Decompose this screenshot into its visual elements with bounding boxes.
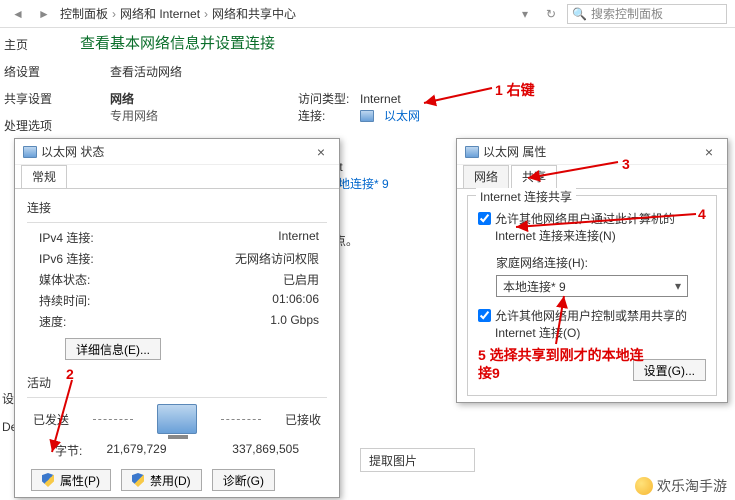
ics-settings-button[interactable]: 设置(G)...	[633, 359, 706, 381]
tab-row: 常规	[15, 165, 339, 189]
button-row: 属性(P) 禁用(D) 诊断(G)	[15, 461, 339, 499]
watermark-icon	[635, 477, 653, 495]
ethernet-properties-dialog: 以太网 属性 × 网络 共享 Internet 连接共享 允许其他网络用户通过此…	[456, 138, 728, 403]
sent-label: 已发送	[33, 411, 69, 428]
breadcrumb[interactable]: 控制面板 › 网络和 Internet › 网络和共享中心	[60, 5, 509, 22]
monitor-icon	[360, 110, 374, 122]
bytes-sent: 21,679,729	[82, 442, 190, 459]
home-conn-label: 家庭网络连接(H):	[496, 254, 706, 271]
bytes-label: 字节:	[55, 442, 82, 459]
recv-label: 已接收	[285, 411, 321, 428]
properties-button-label: 属性(P)	[60, 472, 100, 489]
dropdown-icon[interactable]: ▾	[515, 4, 535, 24]
subheading: 查看活动网络	[110, 63, 735, 80]
tab-sharing[interactable]: 共享	[511, 165, 557, 188]
nav-item-trouble[interactable]: 处理选项	[4, 117, 56, 134]
chevron-right-icon: ›	[204, 7, 208, 21]
chevron-down-icon: ▾	[675, 279, 681, 293]
refresh-icon[interactable]: ↻	[541, 4, 561, 24]
home-conn-combobox[interactable]: 本地连接* 9 ▾	[496, 275, 688, 297]
allow-share-label: 允许其他网络用户通过此计算机的 Internet 连接来连接(N)	[495, 210, 706, 244]
details-button[interactable]: 详细信息(E)...	[65, 338, 161, 360]
allow-control-checkbox[interactable]	[478, 309, 491, 322]
left-nav: 主页 络设置 共享设置 处理选项	[0, 28, 60, 152]
allow-share-checkbox[interactable]	[478, 212, 491, 225]
disable-button-label: 禁用(D)	[150, 472, 191, 489]
nav-fwd-icon[interactable]: ►	[34, 4, 54, 24]
watermark: 欢乐淘手游	[635, 476, 727, 496]
section-connection: 连接	[27, 199, 339, 216]
ethernet-status-dialog: 以太网 状态 × 常规 连接 IPv4 连接: Internet IPv6 连接:…	[14, 138, 340, 498]
ics-groupbox: Internet 连接共享 允许其他网络用户通过此计算机的 Internet 连…	[467, 195, 717, 396]
duration-value: 01:06:06	[272, 292, 319, 309]
allow-share-checkbox-row[interactable]: 允许其他网络用户通过此计算机的 Internet 连接来连接(N)	[478, 210, 706, 244]
ipv4-value: Internet	[278, 229, 319, 246]
activity-graphic: 已发送 已接收	[15, 404, 339, 434]
tab-networking[interactable]: 网络	[463, 165, 509, 188]
ipv6-label: IPv6 连接:	[39, 250, 94, 267]
dialog-title-text: 以太网 属性	[483, 143, 546, 160]
active-network-1: 网络 专用网络 访问类型: Internet 连接: 以太网	[110, 90, 735, 124]
shield-icon	[42, 473, 54, 487]
ipv4-label: IPv4 连接:	[39, 229, 94, 246]
section-activity: 活动	[27, 374, 339, 391]
connection-link-ethernet[interactable]: 以太网	[384, 107, 420, 124]
dash-line-icon	[221, 419, 261, 420]
nav-item-home[interactable]: 主页	[4, 36, 56, 53]
allow-control-label: 允许其他网络用户控制或禁用共享的 Internet 连接(O)	[495, 307, 706, 341]
conn-label: 连接:	[298, 107, 354, 124]
dash-line-icon	[93, 419, 133, 420]
groupbox-title: Internet 连接共享	[476, 188, 576, 205]
disable-button[interactable]: 禁用(D)	[121, 469, 202, 491]
bytes-recv: 337,869,505	[191, 442, 299, 459]
close-icon[interactable]: ×	[311, 144, 331, 160]
bottom-toolbar: 提取图片	[360, 448, 475, 472]
tab-row: 网络 共享	[457, 165, 727, 189]
properties-button[interactable]: 属性(P)	[31, 469, 111, 491]
address-bar: ◄ ► 控制面板 › 网络和 Internet › 网络和共享中心 ▾ ↻ 🔍 …	[0, 0, 735, 28]
ipv6-value: 无网络访问权限	[235, 250, 319, 267]
crumb-net[interactable]: 网络和 Internet	[120, 5, 200, 22]
duration-label: 持续时间:	[39, 292, 90, 309]
media-label: 媒体状态:	[39, 271, 90, 288]
media-value: 已启用	[283, 271, 319, 288]
shield-icon	[132, 473, 144, 487]
watermark-text: 欢乐淘手游	[657, 476, 727, 496]
dialog-titlebar[interactable]: 以太网 属性 ×	[457, 139, 727, 165]
diagnose-button[interactable]: 诊断(G)	[212, 469, 275, 491]
crumb-root[interactable]: 控制面板	[60, 5, 108, 22]
access-value: Internet	[360, 92, 401, 106]
crumb-center[interactable]: 网络和共享中心	[212, 5, 296, 22]
monitor-icon	[23, 146, 37, 158]
computer-icon	[157, 404, 197, 434]
search-icon: 🔍	[572, 7, 587, 21]
search-input[interactable]: 🔍 搜索控制面板	[567, 4, 727, 24]
extract-image-label[interactable]: 提取图片	[369, 452, 417, 469]
page-title: 查看基本网络信息并设置连接	[80, 32, 735, 53]
allow-control-checkbox-row[interactable]: 允许其他网络用户控制或禁用共享的 Internet 连接(O)	[478, 307, 706, 341]
speed-value: 1.0 Gbps	[270, 313, 319, 330]
home-conn-value: 本地连接* 9	[503, 278, 566, 295]
dialog-titlebar[interactable]: 以太网 状态 ×	[15, 139, 339, 165]
chevron-right-icon: ›	[112, 7, 116, 21]
search-placeholder: 搜索控制面板	[591, 5, 663, 22]
speed-label: 速度:	[39, 313, 66, 330]
nav-back-icon[interactable]: ◄	[8, 4, 28, 24]
network-type: 专用网络	[110, 107, 158, 124]
dialog-title-text: 以太网 状态	[41, 143, 104, 160]
close-icon[interactable]: ×	[699, 144, 719, 160]
monitor-icon	[465, 146, 479, 158]
nav-item-sharing[interactable]: 共享设置	[4, 90, 56, 107]
access-label: 访问类型:	[298, 90, 354, 107]
tab-general[interactable]: 常规	[21, 165, 67, 188]
network-name: 网络	[110, 90, 158, 107]
nav-item-adapter[interactable]: 络设置	[4, 63, 56, 80]
